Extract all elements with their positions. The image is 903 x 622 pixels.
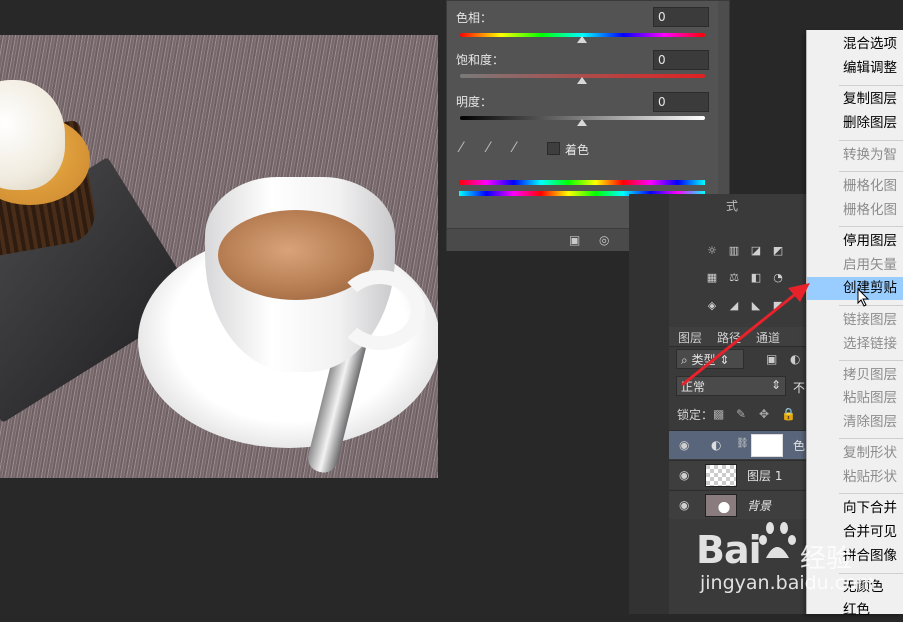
menu-separator bbox=[839, 305, 903, 306]
colorize-checkbox[interactable] bbox=[547, 142, 560, 155]
menu-separator bbox=[839, 493, 903, 494]
hue-slider-thumb[interactable] bbox=[577, 36, 587, 43]
menu-item[interactable]: 栅格化图 bbox=[807, 199, 903, 222]
cupcake-cream bbox=[0, 80, 65, 190]
layer-thumbnail[interactable] bbox=[705, 494, 737, 517]
eye-icon[interactable]: ◉ bbox=[679, 438, 689, 452]
menu-item[interactable]: 粘贴形状 bbox=[807, 466, 903, 489]
spectrum-bar-top bbox=[459, 180, 705, 185]
menu-item[interactable]: 链接图层 bbox=[807, 309, 903, 332]
menu-separator bbox=[839, 226, 903, 227]
hue-label: 色相： bbox=[456, 11, 493, 25]
lock-all-icon[interactable]: 🔒 bbox=[781, 407, 796, 421]
menu-item[interactable]: 停用图层 bbox=[807, 230, 903, 253]
annotation-arrow bbox=[681, 283, 810, 387]
layer-thumbnail[interactable] bbox=[705, 464, 737, 487]
menu-separator bbox=[839, 438, 903, 439]
colorize-label: 着色 bbox=[565, 143, 590, 157]
lock-move-icon[interactable]: ✥ bbox=[759, 407, 769, 421]
styles-tab[interactable]: 式 bbox=[726, 197, 738, 214]
menu-item[interactable]: 红色 bbox=[807, 599, 903, 622]
menu-item[interactable]: 复制形状 bbox=[807, 442, 903, 465]
menu-item[interactable]: 删除图层 bbox=[807, 112, 903, 135]
menu-item[interactable]: 启用矢量 bbox=[807, 254, 903, 277]
menu-separator bbox=[839, 171, 903, 172]
menu-item[interactable]: 向下合并 bbox=[807, 497, 903, 520]
eyedropper-plus-icon[interactable]: ⁄ bbox=[487, 140, 501, 158]
exposure-icon[interactable]: ◩ bbox=[770, 244, 786, 258]
menu-item[interactable]: 复制图层 bbox=[807, 88, 903, 111]
watermark-url: jingyan.baidu.com bbox=[700, 572, 876, 594]
lock-label: 锁定： bbox=[677, 408, 714, 422]
menu-item[interactable]: 编辑调整 bbox=[807, 57, 903, 80]
curves-icon[interactable]: ◪ bbox=[748, 244, 764, 258]
paw-logo-icon bbox=[759, 522, 796, 558]
menu-item-create-clipping-mask[interactable]: 创建剪贴 bbox=[807, 277, 903, 300]
brightness-icon[interactable]: ☼ bbox=[704, 244, 720, 258]
menu-separator bbox=[839, 85, 903, 86]
layer-mask-thumbnail[interactable] bbox=[751, 434, 783, 457]
lightness-slider-thumb[interactable] bbox=[577, 119, 587, 126]
layer-name: 色 bbox=[793, 439, 806, 453]
layer-name: 图层 1 bbox=[747, 469, 783, 483]
eye-icon[interactable]: ◉ bbox=[679, 468, 689, 482]
layer-name: 背景 bbox=[747, 499, 772, 513]
chain-icon[interactable]: ⛓ bbox=[736, 438, 749, 449]
cup-handle bbox=[335, 270, 425, 350]
menu-item[interactable]: 清除图层 bbox=[807, 411, 903, 434]
menu-item[interactable]: 拷贝图层 bbox=[807, 364, 903, 387]
layer-row[interactable]: ◉ 背景 bbox=[669, 490, 809, 519]
menu-item[interactable]: 粘贴图层 bbox=[807, 387, 903, 410]
mouse-cursor-icon bbox=[857, 288, 870, 307]
lock-brush-icon[interactable]: ✎ bbox=[736, 407, 746, 421]
lightness-label: 明度： bbox=[456, 95, 493, 109]
lightness-input[interactable]: 0 bbox=[653, 92, 709, 112]
saturation-label: 饱和度： bbox=[456, 53, 505, 67]
adjustment-layer-icon: ◐ bbox=[711, 438, 722, 452]
eyedropper-minus-icon[interactable]: ⁄ bbox=[513, 140, 527, 158]
menu-item[interactable]: 栅格化图 bbox=[807, 175, 903, 198]
canvas-image bbox=[0, 35, 438, 478]
eye-icon[interactable]: ◉ bbox=[679, 498, 689, 512]
levels-icon[interactable]: ▥ bbox=[726, 244, 742, 258]
hue-input[interactable]: 0 bbox=[653, 7, 709, 27]
saturation-slider-thumb[interactable] bbox=[577, 77, 587, 84]
clip-to-layer-icon[interactable]: ▣ bbox=[569, 233, 580, 247]
layer-row[interactable]: ◉ 图层 1 bbox=[669, 460, 809, 489]
saturation-input[interactable]: 0 bbox=[653, 50, 709, 70]
dock-collapsed-strip bbox=[629, 194, 669, 614]
menu-separator bbox=[839, 360, 903, 361]
menu-item[interactable]: 混合选项 bbox=[807, 33, 903, 56]
view-previous-icon[interactable]: ◎ bbox=[599, 233, 609, 247]
menu-item[interactable]: 选择链接 bbox=[807, 333, 903, 356]
eyedropper-icon[interactable]: ⁄ bbox=[460, 140, 474, 158]
watermark-brand-cn: 经验 bbox=[800, 544, 853, 574]
arrow-shaft bbox=[681, 290, 799, 387]
adjustments-row-1: ☼ ▥ ◪ ◩ bbox=[704, 244, 786, 258]
menu-item[interactable]: 转换为智 bbox=[807, 144, 903, 167]
context-menu: 混合选项 编辑调整 复制图层 删除图层 转换为智 栅格化图 栅格化图 停用图层 … bbox=[806, 30, 903, 618]
layer-row[interactable]: ◉ ◐ ⛓ 色 bbox=[669, 430, 809, 459]
lock-transparent-icon[interactable]: ▩ bbox=[713, 407, 724, 421]
menu-separator bbox=[839, 140, 903, 141]
watermark-brand: Bai bbox=[696, 528, 762, 572]
